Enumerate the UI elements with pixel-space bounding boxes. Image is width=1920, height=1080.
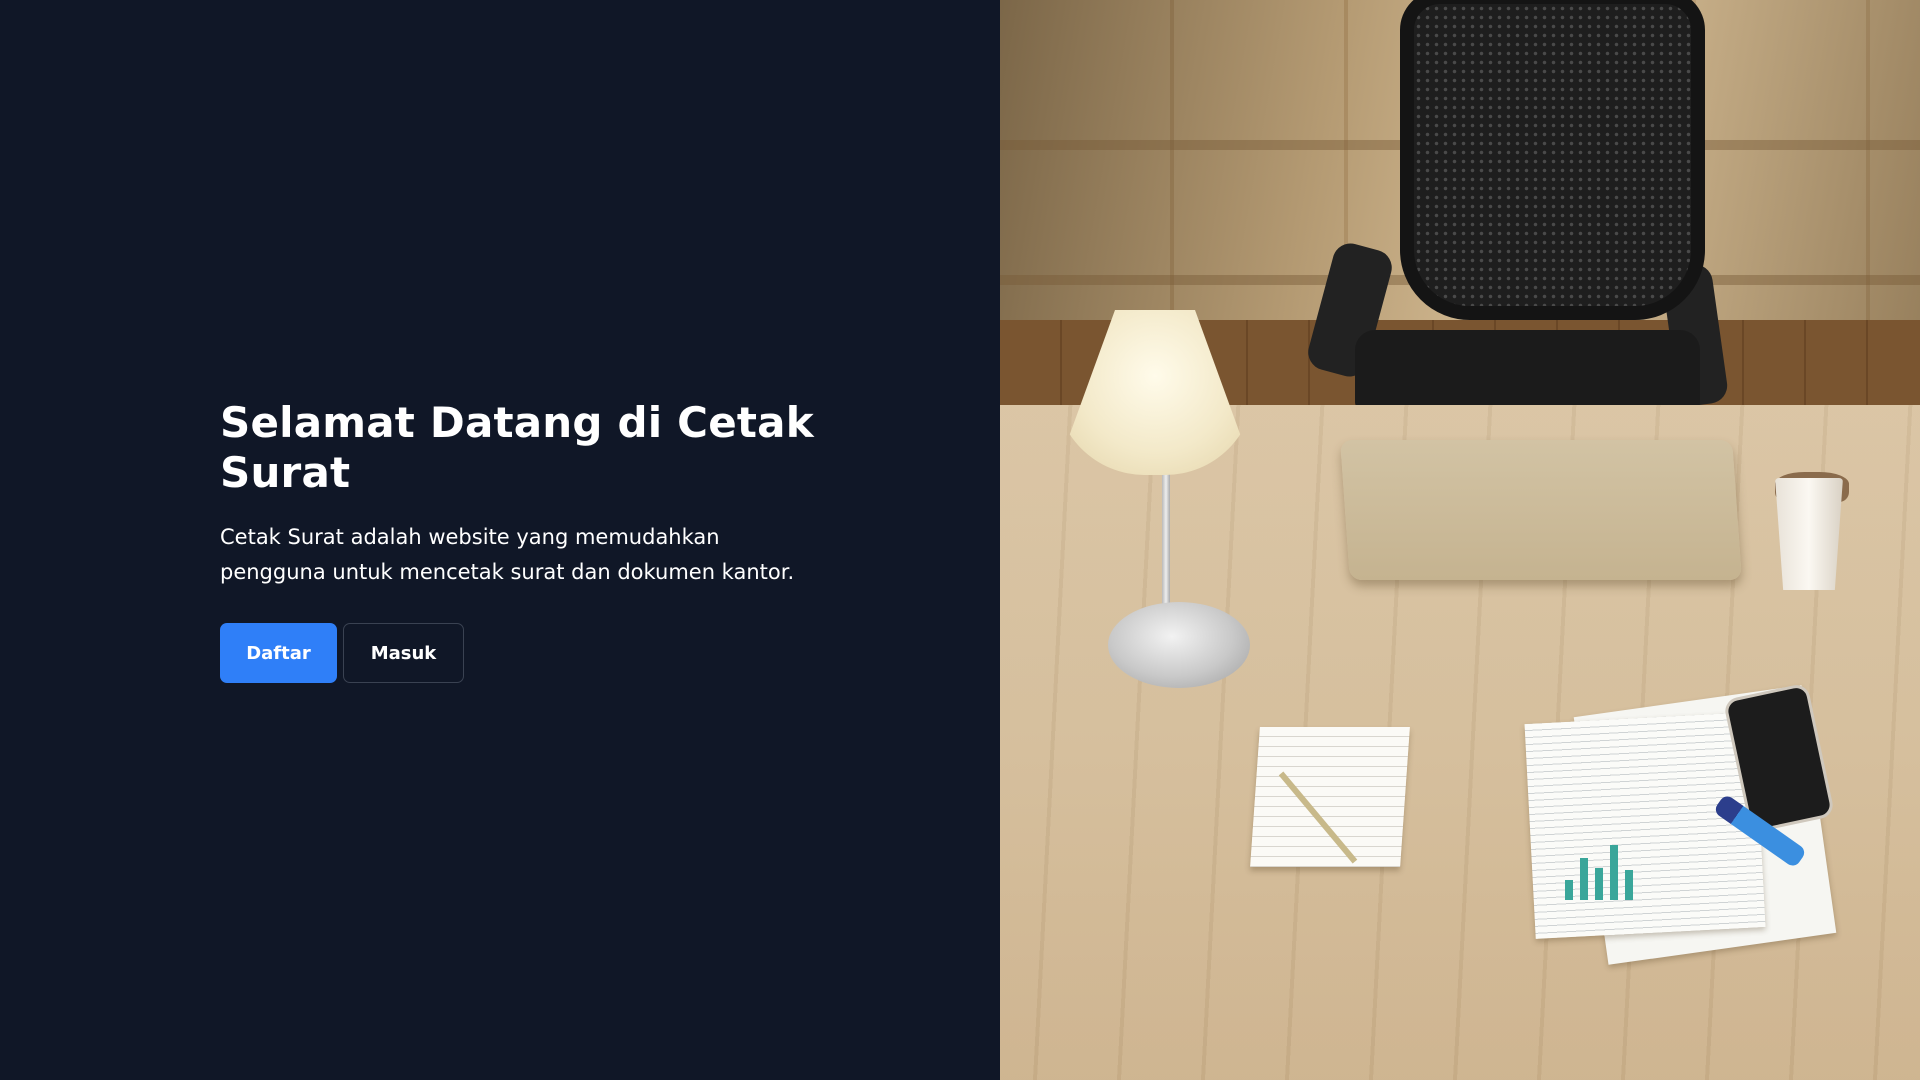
- coffee-cup: [1775, 478, 1843, 590]
- hero-actions: Daftar Masuk: [220, 623, 820, 683]
- document-bar-chart: [1565, 840, 1635, 900]
- lamp-base: [1108, 602, 1250, 688]
- laptop: [1340, 440, 1742, 580]
- chair-seat: [1355, 330, 1700, 410]
- hero-content: Selamat Datang di Cetak Surat Cetak Sura…: [220, 398, 820, 683]
- document-page: [1524, 712, 1766, 939]
- register-button[interactable]: Daftar: [220, 623, 337, 683]
- hero-title: Selamat Datang di Cetak Surat: [220, 398, 814, 497]
- hero-image: [1000, 0, 1920, 1080]
- hero-section: Selamat Datang di Cetak Surat Cetak Sura…: [0, 0, 1000, 1080]
- office-chair: [1400, 0, 1705, 320]
- landing-page: Selamat Datang di Cetak Surat Cetak Sura…: [0, 0, 1920, 1080]
- hero-description: Cetak Surat adalah website yang memudahk…: [220, 525, 795, 584]
- notepad: [1250, 727, 1410, 867]
- login-button[interactable]: Masuk: [343, 623, 464, 683]
